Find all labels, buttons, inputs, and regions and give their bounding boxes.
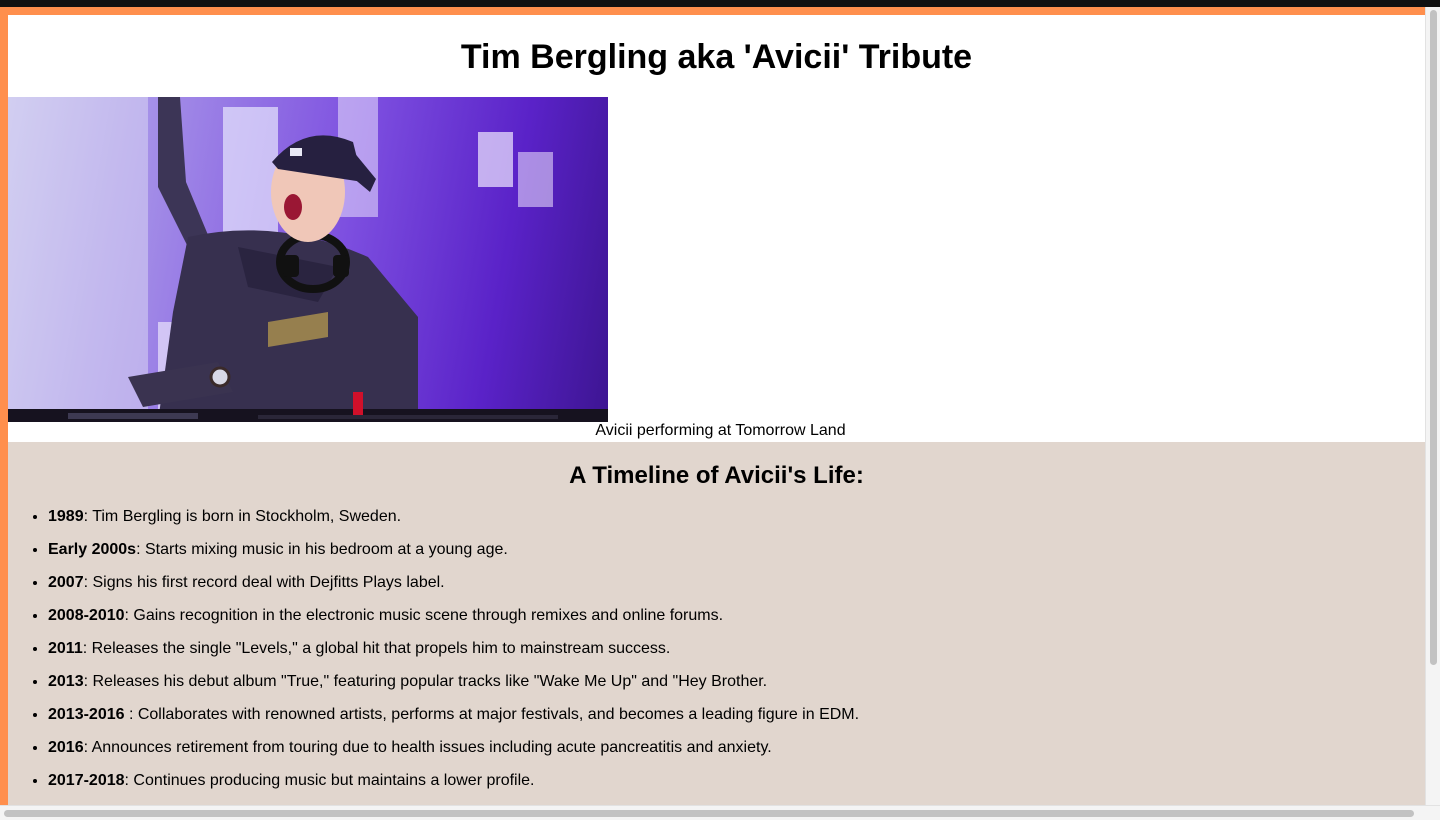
timeline-item: 2008-2010: Gains recognition in the elec… [48,606,1425,625]
timeline-section: A Timeline of Avicii's Life: 1989: Tim B… [8,442,1425,805]
timeline-heading: A Timeline of Avicii's Life: [569,462,864,489]
timeline-description: : Gains recognition in the electronic mu… [124,607,724,624]
timeline-year: 2016 [48,739,84,756]
timeline-description: : Releases the single "Levels," a global… [82,640,671,657]
timeline-item: 2007: Signs his first record deal with D… [48,573,1425,592]
timeline-item: 2011: Releases the single "Levels," a gl… [48,639,1425,658]
timeline-description: : Starts mixing music in his bedroom at … [136,541,508,558]
horizontal-scrollbar-thumb[interactable] [4,810,1414,817]
timeline-description: : Continues producing music but maintain… [124,772,535,789]
vertical-scrollbar[interactable] [1425,7,1440,805]
window-top-bar [0,0,1440,7]
timeline-year: 2008-2010 [48,607,125,624]
timeline-item: 2013: Releases his debut album "True," f… [48,672,1425,691]
timeline-year: 1989 [48,508,84,525]
timeline-item: 1989: Tim Bergling is born in Stockholm,… [48,507,1425,526]
vertical-scrollbar-thumb[interactable] [1430,10,1437,665]
timeline-year: 2017-2018 [48,772,125,789]
timeline-description: : Announces retirement from touring due … [83,739,772,756]
timeline-description: : Collaborates with renowned artists, pe… [124,706,860,723]
horizontal-scrollbar[interactable] [0,805,1440,820]
timeline-year: 2007 [48,574,84,591]
photo-illustration [8,97,608,422]
timeline-description: : Releases his debut album "True," featu… [83,673,768,690]
timeline-year: 2013 [48,673,84,690]
page-title: Tim Bergling aka 'Avicii' Tribute [460,38,973,76]
timeline-item: 2013-2016 : Collaborates with renowned a… [48,705,1425,724]
timeline-item: Early 2000s: Starts mixing music in his … [48,540,1425,559]
timeline-item: 2017-2018: Continues producing music but… [48,771,1425,790]
timeline-year: Early 2000s [48,541,137,558]
avicii-performing-photo [8,97,608,422]
timeline-list: 1989: Tim Bergling is born in Stockholm,… [8,507,1425,804]
timeline-year: 2011 [48,640,83,657]
timeline-item: 2016: Announces retirement from touring … [48,738,1425,757]
tribute-page: Tim Bergling aka 'Avicii' Tribute Avicii… [8,15,1425,805]
page-border-top [0,7,1425,15]
timeline-year: 2013-2016 [48,706,125,723]
page-border-left [0,7,8,805]
timeline-description: : Tim Bergling is born in Stockholm, Swe… [83,508,402,525]
timeline-description: : Signs his first record deal with Dejfi… [83,574,445,591]
photo-caption: Avicii performing at Tomorrow Land [595,422,846,439]
